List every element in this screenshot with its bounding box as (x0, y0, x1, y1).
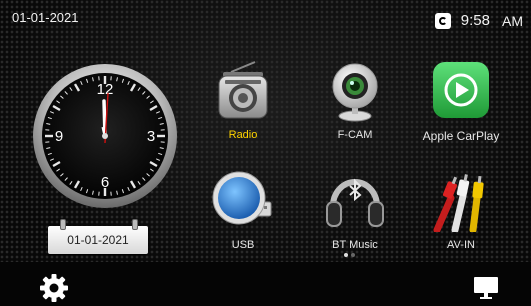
headphones-icon (326, 178, 384, 227)
app-tile-av-in[interactable]: AV-IN (416, 168, 506, 251)
page-dot-1[interactable] (344, 253, 348, 257)
gear-icon[interactable] (39, 273, 69, 303)
app-tile-carplay[interactable]: Apple CarPlay (416, 58, 506, 143)
app-tile-usb[interactable]: USB (198, 168, 288, 251)
page-dot-2[interactable] (351, 253, 355, 257)
app-label-av-in: AV-IN (447, 239, 475, 251)
status-ampm: AM (502, 12, 523, 29)
app-label-fcam: F-CAM (337, 129, 373, 141)
carplay-icon (433, 62, 489, 118)
app-tile-fcam[interactable]: F-CAM (310, 58, 400, 141)
status-date: 01-01-2021 (12, 10, 79, 25)
home-screen: 01-01-2021 9:58 AM 12 3 6 9 01-01-2021 R… (0, 0, 531, 262)
carplay-connected-icon (434, 12, 451, 29)
rca-cable-icon (433, 174, 484, 234)
clock-numeral-9: 9 (55, 128, 63, 145)
calendar-date-label: 01-01-2021 (67, 233, 129, 247)
usb-drive-icon (212, 171, 272, 225)
clock-numeral-6: 6 (101, 174, 109, 191)
app-label-bt-music: BT Music (332, 239, 378, 251)
status-area: 9:58 AM (434, 12, 523, 29)
app-tile-bt-music[interactable]: BT Music (310, 168, 400, 251)
status-time: 9:58 (460, 12, 490, 29)
calendar-pin-left (60, 219, 66, 230)
clock-hub (102, 133, 108, 139)
webcam-icon (332, 63, 378, 122)
app-label-radio: Radio (228, 129, 258, 141)
app-tile-radio[interactable]: Radio (198, 58, 288, 141)
clock-numeral-3: 3 (147, 128, 155, 145)
app-label-carplay: Apple CarPlay (422, 129, 500, 143)
page-indicator (344, 253, 355, 257)
display-icon[interactable] (473, 276, 499, 300)
calendar-pin-right (132, 219, 138, 230)
calendar-date-card[interactable]: 01-01-2021 (48, 219, 148, 254)
analog-clock[interactable]: 12 3 6 9 (32, 63, 178, 209)
app-label-usb: USB (231, 239, 255, 251)
radio-icon (218, 61, 268, 119)
clock-numeral-12: 12 (97, 81, 114, 98)
bottom-bar (0, 262, 531, 306)
